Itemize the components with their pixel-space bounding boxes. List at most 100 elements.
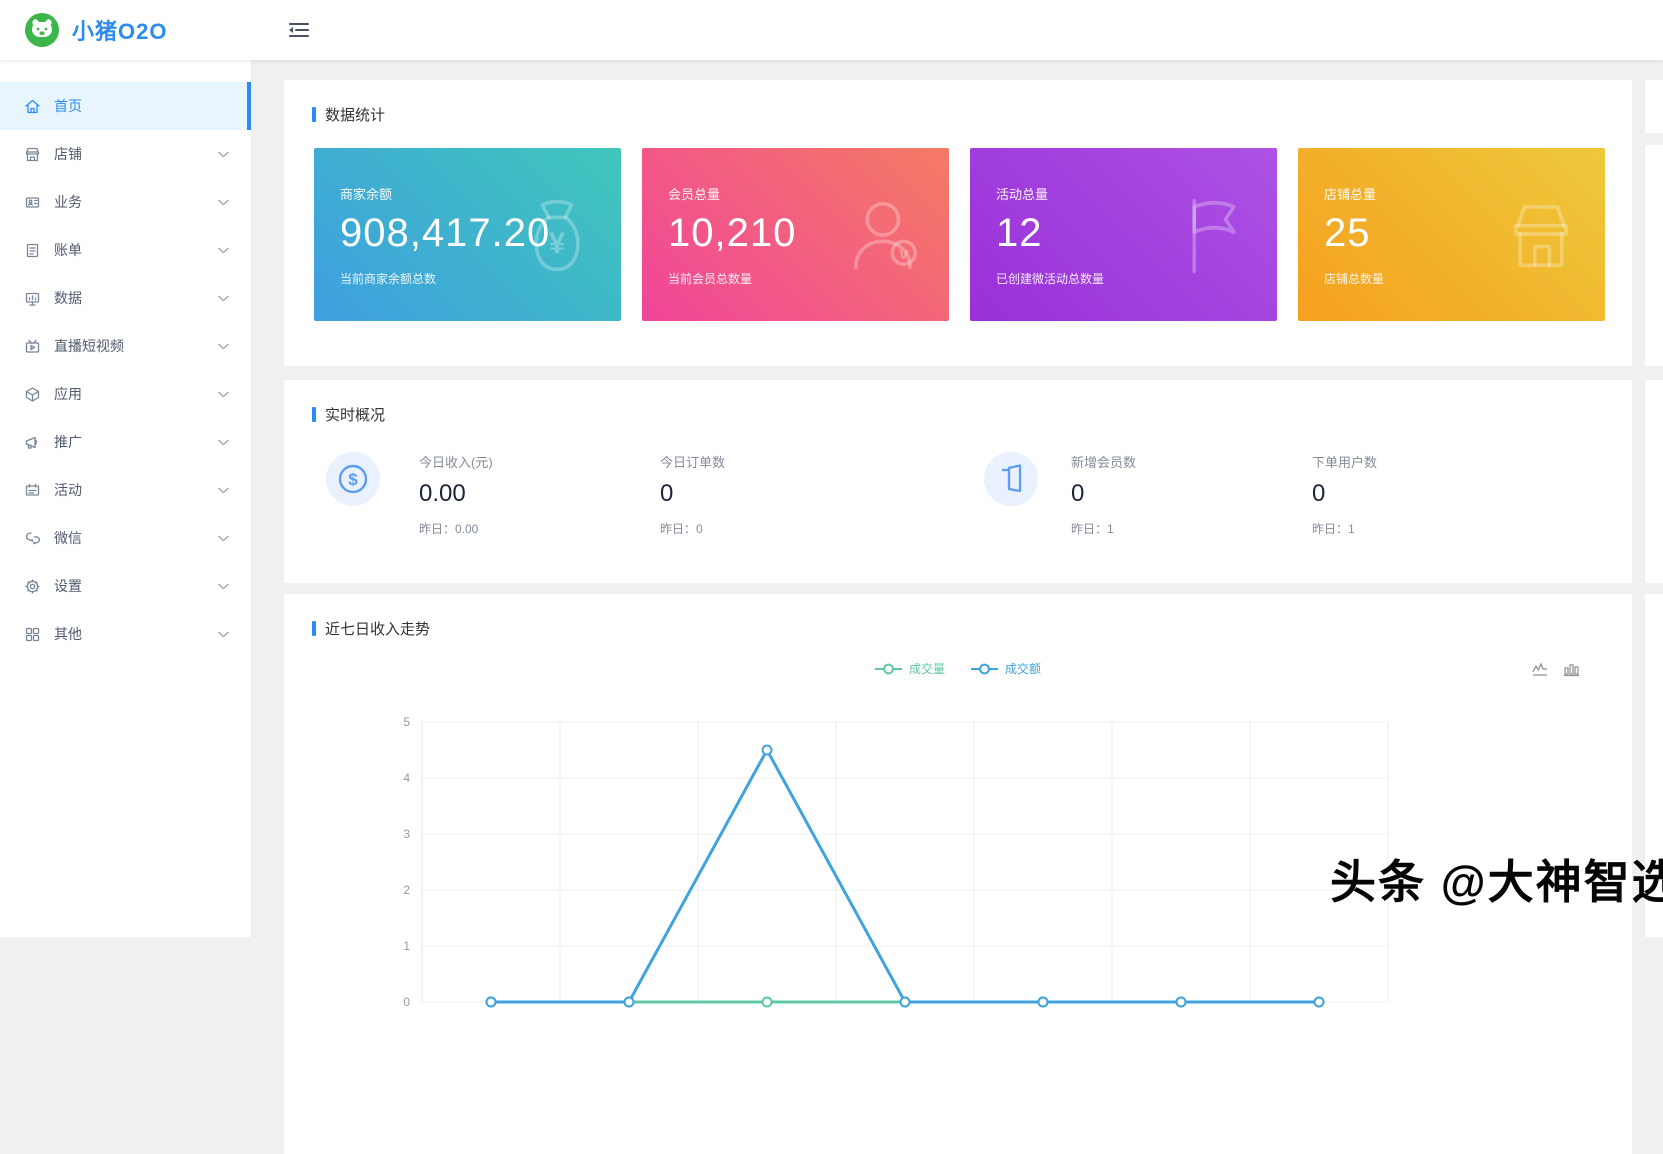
section-title-stats: 数据统计	[284, 80, 1632, 125]
wechat-icon	[24, 530, 41, 547]
store-icon	[1491, 184, 1591, 284]
activity-icon	[24, 482, 41, 499]
metric-label: 新增会员数	[1071, 452, 1136, 471]
sidebar-item-label: 推广	[54, 432, 82, 452]
metric-label: 今日收入(元)	[419, 452, 493, 471]
section-title-text: 近七日收入走势	[325, 618, 430, 639]
stat-card-total-shops: 店铺总量 25 店铺总数量	[1298, 148, 1605, 321]
metric-value: 0.00	[419, 480, 493, 508]
title-accent-bar	[312, 407, 316, 422]
pig-logo-icon	[24, 12, 60, 48]
business-icon	[24, 194, 41, 211]
stat-card-row: 商家余额 908,417.20 当前商家余额总数 ¥ 会员总量 10,210 当…	[314, 148, 1605, 321]
dollar-circle-icon: $	[326, 452, 380, 506]
stat-card-total-members: 会员总量 10,210 当前会员总数量 v	[642, 148, 949, 321]
chevron-down-icon	[218, 295, 229, 302]
other-icon	[24, 626, 41, 643]
svg-text:v: v	[899, 244, 909, 263]
chart-legend: 成交量 成交额	[284, 660, 1632, 677]
chevron-down-icon	[218, 487, 229, 494]
svg-text:2: 2	[403, 883, 410, 897]
legend-marker-icon	[971, 663, 998, 675]
sidebar-menu: 首页 店铺 业务 账单 数据	[0, 82, 251, 658]
trend-line-chart: 5 4 3 2 1 0	[382, 716, 1412, 1016]
legend-item-amount[interactable]: 成交额	[971, 660, 1041, 677]
legend-marker-icon	[875, 663, 902, 675]
top-bar: 小猪O2O	[0, 0, 1663, 60]
sidebar-item-bill[interactable]: 账单	[0, 226, 251, 274]
chevron-down-icon	[218, 343, 229, 350]
metric-value: 0	[1071, 480, 1136, 508]
line-chart-toggle-icon[interactable]	[1532, 662, 1549, 677]
sidebar-item-settings[interactable]: 设置	[0, 562, 251, 610]
sidebar-item-label: 设置	[54, 576, 82, 596]
right-peek-block	[1645, 145, 1663, 366]
svg-text:¥: ¥	[549, 228, 566, 260]
chevron-down-icon	[218, 199, 229, 206]
sidebar-item-wechat[interactable]: 微信	[0, 514, 251, 562]
live-video-icon	[24, 338, 41, 355]
promotion-icon	[24, 434, 41, 451]
metric-today-orders: 今日订单数 0 昨日：0	[660, 452, 725, 537]
svg-text:3: 3	[403, 827, 410, 841]
door-icon	[984, 452, 1038, 506]
flag-icon	[1163, 184, 1263, 284]
metric-ordering-users: 下单用户数 0 昨日：1	[1312, 452, 1377, 537]
sidebar-item-apps[interactable]: 应用	[0, 370, 251, 418]
legend-item-volume[interactable]: 成交量	[875, 660, 945, 677]
sidebar-item-data[interactable]: 数据	[0, 274, 251, 322]
section-title-realtime: 实时概况	[284, 380, 1632, 425]
metric-value: 0	[660, 480, 725, 508]
sidebar-item-label: 微信	[54, 528, 82, 548]
sidebar-item-business[interactable]: 业务	[0, 178, 251, 226]
title-accent-bar	[312, 107, 316, 122]
chevron-down-icon	[218, 391, 229, 398]
sidebar-item-home[interactable]: 首页	[0, 82, 251, 130]
chevron-down-icon	[218, 247, 229, 254]
sidebar-item-label: 账单	[54, 240, 82, 260]
metric-value: 0	[1312, 480, 1377, 508]
section-title-trend: 近七日收入走势	[284, 594, 1632, 639]
stat-card-merchant-balance: 商家余额 908,417.20 当前商家余额总数 ¥	[314, 148, 621, 321]
apps-icon	[24, 386, 41, 403]
metric-label: 下单用户数	[1312, 452, 1377, 471]
stat-card-total-activities: 活动总量 12 已创建微活动总数量	[970, 148, 1277, 321]
bill-icon	[24, 242, 41, 259]
sidebar-item-activity[interactable]: 活动	[0, 466, 251, 514]
sidebar: 首页 店铺 业务 账单 数据	[0, 60, 252, 937]
sidebar-item-label: 数据	[54, 288, 82, 308]
sidebar-item-promotion[interactable]: 推广	[0, 418, 251, 466]
legend-label: 成交额	[1005, 660, 1041, 677]
right-peek-block	[1645, 380, 1663, 583]
member-icon: v	[835, 184, 935, 284]
sidebar-item-label: 业务	[54, 192, 82, 212]
data-statistics-card: 数据统计 商家余额 908,417.20 当前商家余额总数 ¥ 会员总量 10,…	[284, 80, 1632, 366]
sidebar-item-label: 首页	[54, 96, 82, 116]
sidebar-item-label: 其他	[54, 624, 82, 644]
svg-text:5: 5	[403, 716, 410, 729]
home-icon	[24, 98, 41, 115]
metric-yesterday: 昨日：1	[1071, 520, 1136, 537]
svg-text:$: $	[348, 470, 358, 489]
collapse-sidebar-icon[interactable]	[285, 16, 313, 44]
sidebar-item-live-video[interactable]: 直播短视频	[0, 322, 251, 370]
sidebar-item-other[interactable]: 其他	[0, 610, 251, 658]
metric-yesterday: 昨日：0.00	[419, 520, 493, 537]
app-title: 小猪O2O	[72, 14, 167, 46]
section-title-text: 数据统计	[325, 104, 385, 125]
svg-text:4: 4	[403, 771, 410, 785]
right-peek-block	[1645, 80, 1663, 133]
metric-today-income: 今日收入(元) 0.00 昨日：0.00	[419, 452, 493, 537]
bar-chart-toggle-icon[interactable]	[1563, 662, 1580, 677]
settings-icon	[24, 578, 41, 595]
svg-text:1: 1	[403, 939, 410, 953]
data-icon	[24, 290, 41, 307]
sidebar-item-shop[interactable]: 店铺	[0, 130, 251, 178]
chevron-down-icon	[218, 151, 229, 158]
metric-new-members: 新增会员数 0 昨日：1	[1071, 452, 1136, 537]
brand: 小猪O2O	[24, 12, 167, 48]
metric-yesterday: 昨日：1	[1312, 520, 1377, 537]
shop-icon	[24, 146, 41, 163]
svg-text:0: 0	[403, 995, 410, 1009]
chevron-down-icon	[218, 535, 229, 542]
